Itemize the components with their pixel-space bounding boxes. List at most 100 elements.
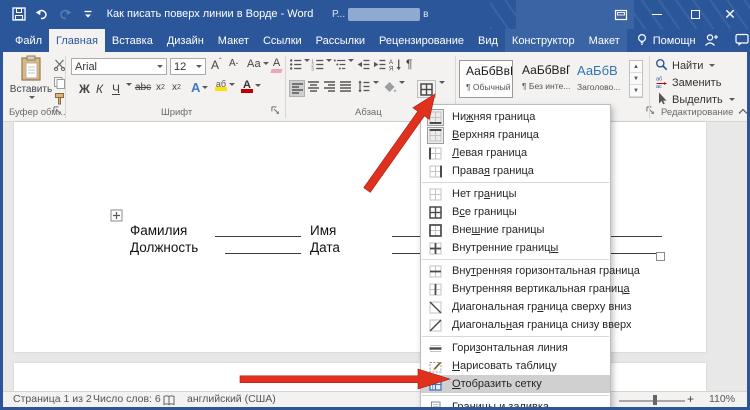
shading-caret[interactable] <box>397 80 405 86</box>
styles-gallery-scroll[interactable]: ▲ ▼ ▼ <box>629 60 643 98</box>
find-button[interactable]: Найти <box>655 58 715 74</box>
zoom-slider-track[interactable] <box>619 400 685 402</box>
select-button[interactable]: Выделить <box>655 92 735 108</box>
ribbon-tab-bar: ФайлГлавнаяВставкаДизайнМакетСсылкиРассы… <box>0 29 750 52</box>
menu-item-horizontal-line[interactable]: Горизонтальная линия <box>421 339 610 357</box>
fill-in-line <box>215 235 301 237</box>
table-resize-handle[interactable] <box>656 252 665 261</box>
undo-icon[interactable] <box>35 7 49 21</box>
underline-caret[interactable] <box>124 82 132 88</box>
style-card-1[interactable]: АаБбВвГг,¶ Обычный <box>459 60 513 98</box>
sign-in-person-icon[interactable] <box>704 33 719 49</box>
bullets-button[interactable] <box>289 58 302 71</box>
font-dialog-launcher-icon[interactable] <box>271 106 280 115</box>
styles-scroll-down-icon[interactable]: ▼ <box>630 73 642 85</box>
zoom-slider-thumb[interactable] <box>653 395 657 405</box>
paste-button[interactable]: Вставить <box>9 55 53 105</box>
font-family-combo[interactable]: Arial <box>71 58 167 75</box>
tab-дизайн[interactable]: Дизайн <box>160 29 211 52</box>
tab-рассылки[interactable]: Рассылки <box>309 29 372 52</box>
redo-icon[interactable] <box>58 7 72 21</box>
save-icon[interactable] <box>12 7 26 21</box>
account-area[interactable]: Р... в <box>332 8 428 21</box>
feedback-chat-icon[interactable] <box>735 33 749 49</box>
tab-вставка[interactable]: Вставка <box>105 29 160 52</box>
minimize-button[interactable] <box>646 0 668 29</box>
bold-button[interactable]: Ж <box>79 82 90 96</box>
font-size-combo[interactable]: 12 <box>170 58 206 75</box>
page-indicator[interactable]: Страница 1 из 2 <box>13 393 92 405</box>
maximize-button[interactable] <box>684 0 706 29</box>
align-left-button[interactable] <box>289 80 305 97</box>
menu-item-inside-borders[interactable]: Внутренние границы <box>421 239 610 257</box>
tab-рецензирование[interactable]: Рецензирование <box>372 29 471 52</box>
close-button[interactable]: ✕ <box>718 0 742 29</box>
underline-button[interactable]: Ч <box>112 82 120 96</box>
show-paragraph-marks-button[interactable]: ¶ <box>406 57 412 71</box>
menu-item-outside-borders[interactable]: Внешние границы <box>421 221 610 239</box>
style-card-3[interactable]: АаБбВЗаголово... <box>571 60 625 98</box>
menu-item-all-borders[interactable]: Все границы <box>421 203 610 221</box>
menu-item-inside-vertical-border[interactable]: Внутренняя вертикальная граница <box>421 280 610 298</box>
red-arrow-to-borders-button <box>355 88 450 200</box>
align-right-button[interactable] <box>323 80 336 93</box>
tab-макет[interactable]: Макет <box>582 29 627 52</box>
sort-button[interactable]: АЯ <box>389 58 402 71</box>
styles-scroll-up-icon[interactable]: ▲ <box>630 61 642 73</box>
tab-файл[interactable]: Файл <box>8 29 49 52</box>
text-effects-button[interactable]: А <box>191 80 208 95</box>
word-count[interactable]: Число слов: 6 <box>93 393 161 405</box>
font-color-button[interactable]: А <box>241 80 261 93</box>
tab-макет[interactable]: Макет <box>211 29 256 52</box>
highlight-color-button[interactable]: аб <box>215 80 235 91</box>
subscript-button[interactable]: х2 <box>156 82 165 93</box>
increase-indent-button[interactable] <box>373 58 386 71</box>
styles-dialog-launcher-icon[interactable] <box>646 106 655 115</box>
shrink-font-button[interactable]: Аˇ <box>229 58 238 69</box>
align-center-button[interactable] <box>307 80 320 93</box>
ribbon-display-options-icon[interactable] <box>610 0 632 29</box>
line-spacing-caret[interactable] <box>371 80 379 86</box>
multilevel-caret[interactable] <box>346 58 354 64</box>
tab-вид[interactable]: Вид <box>471 29 505 52</box>
menu-item-diagonal-down-border[interactable]: Диагональная граница сверху вниз <box>421 298 610 316</box>
menu-separator <box>422 182 609 183</box>
align-justify-button[interactable] <box>339 80 352 93</box>
numbering-caret[interactable] <box>324 58 332 64</box>
decrease-indent-button[interactable] <box>357 58 370 71</box>
style-card-2[interactable]: АаБбВвГг,¶ Без инте... <box>516 60 570 98</box>
all-borders-icon <box>427 204 444 221</box>
italic-button[interactable]: К <box>96 82 103 96</box>
status-bar: Страница 1 из 2 Число слов: 6 английский… <box>3 391 747 407</box>
svg-text:ас: ас <box>656 84 662 88</box>
inside-borders-icon <box>427 240 444 257</box>
font-group-label: Шрифт <box>161 107 192 118</box>
table-move-handle[interactable] <box>110 209 123 227</box>
menu-item-label: Левая граница <box>452 147 527 159</box>
tab-главная[interactable]: Главная <box>49 29 105 52</box>
menu-item-inside-horizontal-border[interactable]: Внутренняя горизонтальная граница <box>421 262 610 280</box>
menu-item-diagonal-up-border[interactable]: Диагональная граница снизу вверх <box>421 316 610 334</box>
grow-font-button[interactable]: Аˆ <box>211 58 222 72</box>
tab-конструктор[interactable]: Конструктор <box>505 29 582 52</box>
tab-ссылки[interactable]: Ссылки <box>256 29 309 52</box>
account-prefix: Р... <box>332 9 345 20</box>
superscript-button[interactable]: х2 <box>172 82 181 93</box>
bullets-caret[interactable] <box>302 58 310 64</box>
multilevel-list-button[interactable] <box>333 58 346 71</box>
tab-help[interactable]: Помощн <box>627 29 704 52</box>
zoom-in-icon[interactable]: + <box>687 392 694 406</box>
zoom-level[interactable]: 110% <box>709 393 735 405</box>
borders-caret[interactable] <box>437 80 445 86</box>
styles-more-icon[interactable]: ▼ <box>630 85 642 97</box>
language-indicator[interactable]: английский (США) <box>187 393 276 405</box>
strikethrough-button[interactable]: abc <box>135 82 151 93</box>
clear-formatting-button[interactable]: А <box>271 58 282 73</box>
replace-button[interactable]: абас Заменить <box>655 75 721 91</box>
account-name-redacted <box>348 8 420 21</box>
clipboard-dialog-launcher-icon[interactable] <box>53 106 62 115</box>
style-name: Заголово... <box>577 82 620 92</box>
paste-label: Вставить <box>10 84 52 95</box>
numbering-button[interactable]: 123 <box>311 58 324 71</box>
change-case-button[interactable]: Аа <box>247 58 269 70</box>
